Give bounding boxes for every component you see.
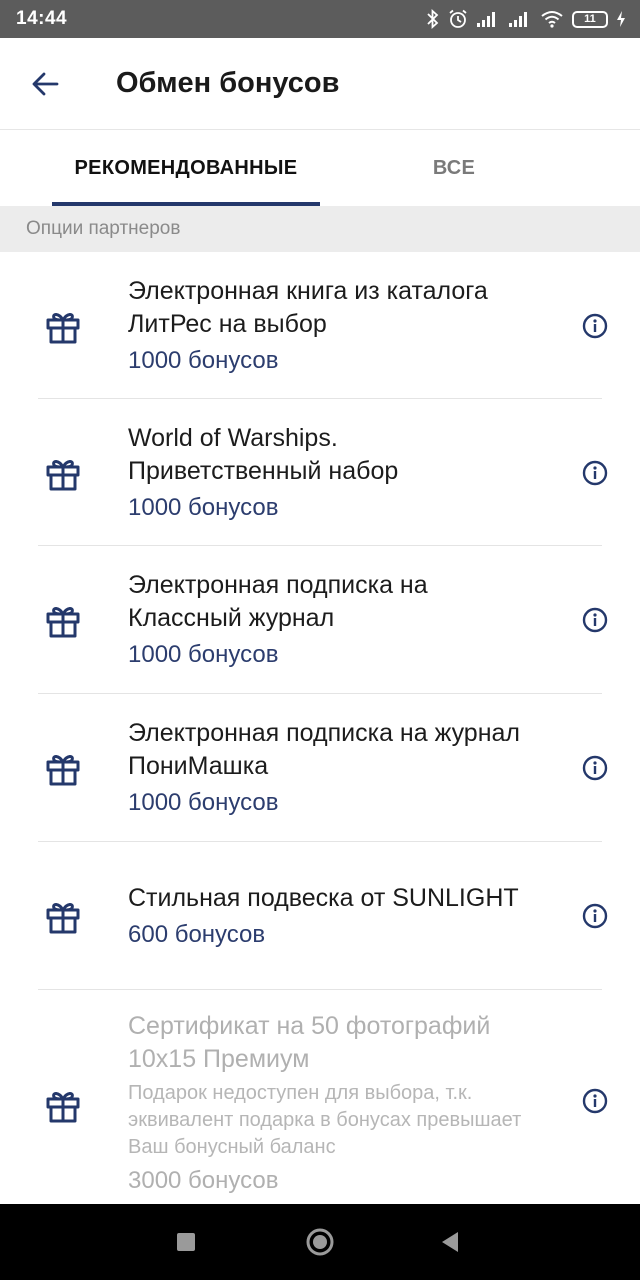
- info-icon[interactable]: [582, 903, 608, 929]
- item-price: 600 бонусов: [128, 920, 266, 948]
- list-item[interactable]: World of Warships. Приветственный набор …: [0, 399, 640, 546]
- info-icon[interactable]: [582, 1088, 608, 1114]
- gift-icon: [46, 312, 80, 343]
- bluetooth-icon: [427, 9, 439, 29]
- item-price: 1000 бонусов: [128, 493, 279, 521]
- gift-icon: [46, 755, 80, 786]
- battery-indicator: 11: [572, 10, 608, 28]
- back-button[interactable]: [0, 38, 90, 130]
- back-nav-button[interactable]: [420, 1212, 480, 1272]
- triangle-back-icon: [442, 1232, 458, 1252]
- home-button[interactable]: [290, 1212, 350, 1272]
- item-text: Электронная подписка на журнал ПониМашка…: [128, 717, 538, 819]
- signal-icon-2: [509, 12, 527, 27]
- gift-icon: [46, 459, 80, 490]
- square-icon: [177, 1233, 195, 1251]
- status-bar: 14:44 11: [0, 0, 640, 38]
- wifi-icon: [541, 11, 563, 28]
- status-icons: 11: [426, 9, 626, 29]
- gift-icon: [46, 607, 80, 638]
- system-nav-bar: [0, 1204, 640, 1280]
- page-title: Обмен бонусов: [116, 67, 340, 99]
- item-text: Сертификат на 50 фотографий 10х15 Премиу…: [128, 1010, 538, 1197]
- item-title: Стильная подвеска от SUNLIGHT: [128, 883, 519, 912]
- list-item[interactable]: Электронная подписка на Классный журнал …: [0, 546, 640, 694]
- info-icon[interactable]: [582, 313, 608, 339]
- list-item[interactable]: Стильная подвеска от SUNLIGHT 600 бонусо…: [0, 842, 640, 990]
- signal-icon: [477, 12, 495, 27]
- item-price: 3000 бонусов: [128, 1167, 279, 1194]
- alarm-icon: [449, 9, 467, 28]
- item-title: Сертификат на 50 фотографий 10х15 Премиу…: [128, 1012, 491, 1073]
- item-title: Электронная подписка на журнал ПониМашка: [128, 719, 521, 780]
- item-text: World of Warships. Приветственный набор …: [128, 422, 538, 524]
- item-price: 1000 бонусов: [128, 789, 279, 816]
- info-icon[interactable]: [582, 755, 608, 781]
- info-icon[interactable]: [582, 607, 608, 633]
- charging-icon: [617, 11, 625, 27]
- recents-button[interactable]: [156, 1212, 216, 1272]
- app-bar: Обмен бонусов: [0, 38, 640, 130]
- item-text: Стильная подвеска от SUNLIGHT 600 бонусо…: [128, 882, 538, 951]
- home-circle-icon: [306, 1228, 334, 1256]
- section-header: Опции партнеров: [0, 206, 640, 252]
- list-item[interactable]: Электронная подписка на журнал ПониМашка…: [0, 694, 640, 842]
- arrow-left-icon: [32, 72, 59, 95]
- item-title: World of Warships. Приветственный набор: [128, 423, 399, 485]
- item-title: Электронная книга из каталога ЛитРес на …: [128, 276, 488, 338]
- list-item-disabled[interactable]: Сертификат на 50 фотографий 10х15 Премиу…: [0, 990, 640, 1204]
- gift-icon: [46, 1092, 80, 1123]
- tab-all[interactable]: ВСЕ: [320, 130, 588, 206]
- item-title: Электронная подписка на Классный журнал: [128, 571, 428, 632]
- battery-level: 11: [584, 13, 596, 25]
- status-time: 14:44: [16, 8, 68, 29]
- item-text: Электронная подписка на Классный журнал …: [128, 569, 538, 671]
- info-icon[interactable]: [582, 460, 608, 486]
- item-unavailable-note: Подарок недоступен для выбора, т.к. экви…: [128, 1082, 522, 1158]
- list-item[interactable]: Электронная книга из каталога ЛитРес на …: [0, 252, 640, 399]
- tab-recommended[interactable]: РЕКОМЕНДОВАННЫЕ: [52, 130, 320, 206]
- item-text: Электронная книга из каталога ЛитРес на …: [128, 275, 538, 377]
- bonus-options-list: Электронная книга из каталога ЛитРес на …: [0, 252, 640, 1204]
- tab-bar: РЕКОМЕНДОВАННЫЕ ВСЕ: [0, 130, 640, 206]
- item-price: 1000 бонусов: [128, 346, 279, 374]
- gift-icon: [46, 903, 80, 934]
- item-price: 1000 бонусов: [128, 641, 279, 668]
